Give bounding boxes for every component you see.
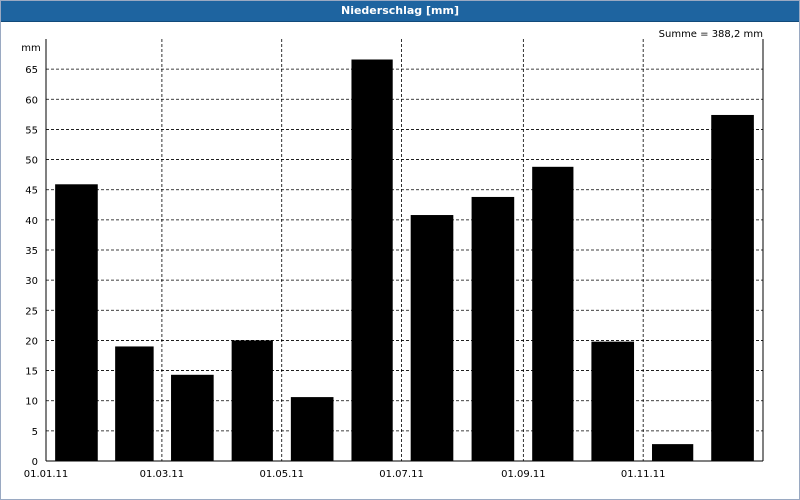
y-tick-label: 30 — [25, 276, 38, 287]
bar-2011-06 — [351, 59, 393, 462]
chart-area: 0 5 10 15 20 25 30 35 40 45 50 55 60 65 01.01.11 01.03… — [21, 29, 764, 480]
x-tick-label: 01.11.11 — [621, 469, 666, 480]
y-tick-labels: 0 5 10 15 20 25 30 35 40 45 50 55 60 65 — [25, 65, 38, 468]
x-tick-label: 01.03.11 — [140, 469, 185, 480]
bar-2011-11 — [652, 444, 694, 461]
bar-2011-09 — [532, 166, 574, 461]
bar-2011-05 — [290, 397, 334, 461]
y-tick-label: 15 — [25, 367, 38, 378]
bar-2011-02 — [115, 346, 154, 461]
x-tick-label: 01.01.11 — [24, 469, 69, 480]
bar-2011-08 — [471, 196, 515, 461]
y-axis-unit-label: mm — [21, 43, 40, 54]
y-tick-label: 40 — [25, 216, 38, 227]
bars-layer — [55, 59, 754, 462]
bar-2011-01 — [55, 184, 98, 461]
y-tick-label: 35 — [25, 246, 38, 257]
bar-2011-07 — [410, 215, 454, 461]
y-tick-label: 5 — [32, 427, 38, 438]
bar-2011-10 — [591, 341, 635, 461]
y-tick-label: 50 — [25, 156, 38, 167]
x-tick-label: 01.05.11 — [259, 469, 304, 480]
bar-2011-12 — [711, 114, 754, 462]
y-tick-label: 25 — [25, 306, 38, 317]
y-tick-label: 20 — [25, 336, 38, 347]
y-tick-label: 65 — [25, 65, 38, 76]
y-tick-label: 60 — [25, 95, 38, 106]
summary-label: Summe = 388,2 mm — [659, 29, 763, 40]
y-tick-label: 10 — [25, 397, 38, 408]
x-tick-label: 01.07.11 — [379, 469, 424, 480]
bar-2011-03 — [171, 374, 214, 461]
x-tick-label: 01.09.11 — [501, 469, 546, 480]
bar-2011-04 — [231, 340, 273, 461]
y-tick-label: 45 — [25, 186, 38, 197]
y-tick-label: 55 — [25, 125, 38, 136]
chart-window: Niederschlag [mm] 0 5 10 15 20 25 30 35 40 45 50 55… — [0, 0, 800, 500]
x-tick-labels: 01.01.11 01.03.11 01.05.11 01.07.11 01.09.11… — [24, 469, 666, 480]
y-tick-label: 0 — [32, 457, 38, 468]
